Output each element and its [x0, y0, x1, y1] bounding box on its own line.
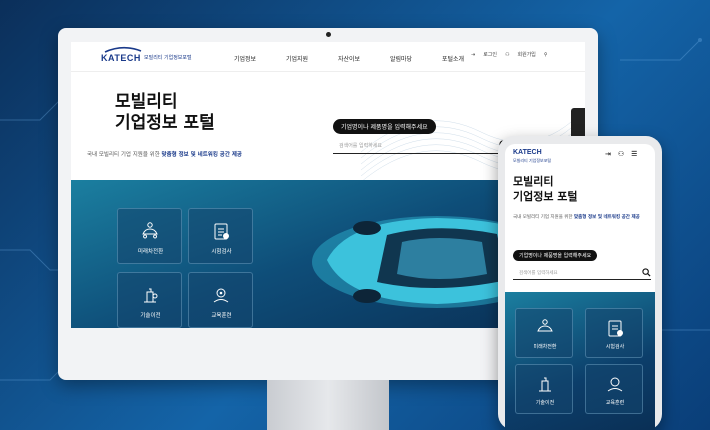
mobile-hero-description: 국내 모빌리티 기업 지원을 위한 맞춤형 정보 및 네트워킹 공간 제공	[513, 214, 653, 221]
menu-icon[interactable]: ☰	[631, 150, 637, 158]
logo-swoosh-icon	[104, 46, 142, 53]
site-logo-subtitle: 모빌리티 기업정보포털	[144, 55, 192, 61]
tile-testing[interactable]: 시험검사	[188, 208, 253, 264]
mobile-tile-testing[interactable]: 시험검사	[585, 308, 643, 358]
mobile-screen: KATECH 모빌리티 기업정보포털 ⇥ ⚇ ☰ 모빌리티 기업정보 포털 국내…	[505, 144, 655, 430]
education-gear-icon	[213, 288, 229, 303]
tile-label: 교육훈련	[605, 400, 625, 406]
mobile-hero-title: 모빌리티 기업정보 포털	[513, 174, 578, 204]
mobile-desc-highlight: 맞춤형 정보 및 네트워킹 공간 제공	[573, 215, 640, 220]
mobile-tile-education[interactable]: 교육훈련	[585, 364, 643, 414]
nav-item-support[interactable]: 기업지원	[271, 54, 323, 63]
login-icon[interactable]: ⇥	[605, 150, 611, 158]
mobile-phone: KATECH 모빌리티 기업정보포털 ⇥ ⚇ ☰ 모빌리티 기업정보 포털 국내…	[498, 136, 662, 430]
hero-title-line2: 기업정보 포털	[115, 113, 215, 133]
search-input[interactable]: 검색어를 입력하세요	[333, 140, 509, 154]
clipboard-check-icon	[608, 320, 623, 337]
mobile-search-placeholder: 검색어를 입력하세요	[519, 271, 558, 276]
login-icon[interactable]: ⇥	[471, 52, 475, 58]
mobile-search-hint-pill: 기업명이나 제품명을 입력해주세요	[513, 250, 598, 261]
mobile-tile-future-car[interactable]: 미래차전환	[515, 308, 573, 358]
tile-label: 시험검사	[211, 249, 232, 255]
tile-label: 교육훈련	[211, 313, 232, 319]
mobile-search-input[interactable]: 검색어를 입력하세요	[513, 268, 651, 280]
tile-label: 기술이전	[140, 313, 161, 319]
tech-transfer-icon	[539, 377, 551, 392]
tile-future-car[interactable]: 미래차전환	[117, 208, 182, 264]
login-link[interactable]: 로그인	[483, 51, 497, 58]
search-icon[interactable]	[642, 268, 651, 277]
hero-description: 국내 모빌리티 기업 지원을 위한 맞춤형 정보 및 네트워킹 공간 제공	[87, 150, 242, 158]
tech-transfer-icon	[144, 288, 158, 303]
nav-item-assets[interactable]: 자산이보	[323, 54, 375, 63]
nav-item-company-info[interactable]: 기업정보	[219, 54, 271, 63]
search-placeholder: 검색어를 입력하세요	[339, 143, 382, 149]
hero-title: 모빌리티 기업정보 포털	[115, 92, 215, 134]
mobile-tile-tech-transfer[interactable]: 기술이전	[515, 364, 573, 414]
car-transition-icon	[142, 222, 158, 239]
header-utilities: ⇥ 로그인 ⚇ 회원가입 ⚲	[471, 51, 548, 59]
education-gear-icon	[607, 377, 623, 392]
user-icon[interactable]: ⚇	[618, 150, 624, 158]
mobile-logo[interactable]: KATECH	[513, 149, 542, 156]
car-transition-icon	[537, 319, 553, 332]
mobile-title-line2: 기업정보 포털	[513, 190, 578, 203]
tile-label: 기술이전	[535, 400, 555, 406]
tile-label: 시험검사	[605, 344, 625, 350]
monitor-stand	[267, 380, 389, 430]
search-hint-pill: 기업명이나 제품명을 입력해주세요	[333, 119, 436, 134]
camera-dot	[326, 32, 331, 37]
signup-link[interactable]: 회원가입	[518, 51, 536, 58]
tile-label: 미래차전환	[533, 344, 557, 350]
main-nav: 기업정보 기업지원 자산이보 알림마당 포털소개	[219, 54, 479, 63]
tile-education[interactable]: 교육훈련	[188, 272, 253, 328]
tile-tech-transfer[interactable]: 기술이전	[117, 272, 182, 328]
hero-title-line1: 모빌리티	[115, 92, 178, 112]
tile-label: 미래차전환	[137, 249, 164, 255]
site-header: KATECH 모빌리티 기업정보포털 기업정보 기업지원 자산이보 알림마당 포…	[71, 42, 585, 72]
clipboard-check-icon	[214, 223, 229, 240]
site-logo[interactable]: KATECH	[101, 53, 141, 63]
mobile-service-section: 미래차전환 시험검사 기술이전 교육훈련	[505, 292, 655, 430]
mobile-logo-subtitle: 모빌리티 기업정보포털	[513, 158, 552, 163]
search-icon[interactable]: ⚲	[544, 52, 548, 58]
mobile-desc-text: 국내 모빌리티 기업 지원을 위한	[513, 215, 574, 220]
hero-desc-highlight: 맞춤형 정보 및 네트워킹 공간 제공	[161, 152, 242, 158]
nav-item-notice[interactable]: 알림마당	[375, 54, 427, 63]
mobile-title-line1: 모빌리티	[513, 175, 554, 188]
signup-icon[interactable]: ⚇	[505, 52, 509, 58]
hero-desc-text: 국내 모빌리티 기업 지원을 위한	[87, 152, 162, 158]
mobile-header-icons: ⇥ ⚇ ☰	[605, 150, 637, 158]
